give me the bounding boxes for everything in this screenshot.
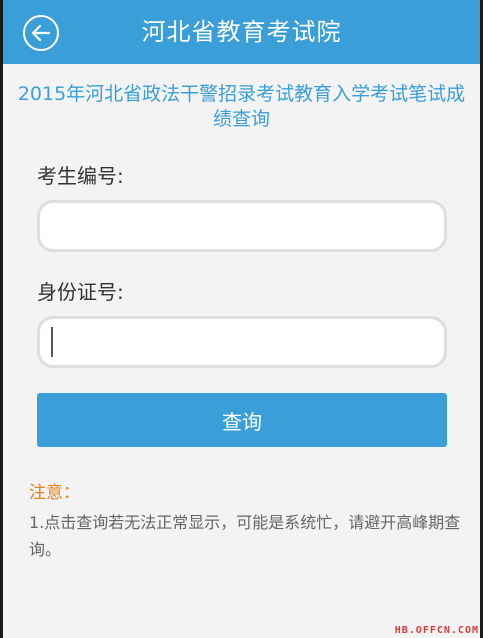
app-screen: 河北省教育考试院 2015年河北省政法干警招录考试教育入学考试笔试成绩查询 考生… [3,0,480,638]
site-watermark: HB.OFFCN.COM [394,625,479,636]
back-button[interactable] [23,15,59,51]
notice-title: 注意： [29,483,80,503]
header-title: 河北省教育考试院 [141,18,342,46]
back-arrow-icon [31,24,51,42]
exam-number-label: 考生编号: [37,164,124,188]
page-title: 2015年河北省政法干警招录考试教育入学考试笔试成绩查询 [17,83,466,130]
header-bar: 河北省教育考试院 [3,0,480,64]
text-cursor [51,327,53,357]
id-number-label: 身份证号: [37,280,124,304]
notice-body: 1.点击查询若无法正常显示，可能是系统忙，请避开高峰期查询。 [29,513,461,559]
query-button[interactable]: 查询 [37,393,447,447]
exam-number-input[interactable] [37,200,447,252]
id-number-input[interactable] [37,316,447,368]
